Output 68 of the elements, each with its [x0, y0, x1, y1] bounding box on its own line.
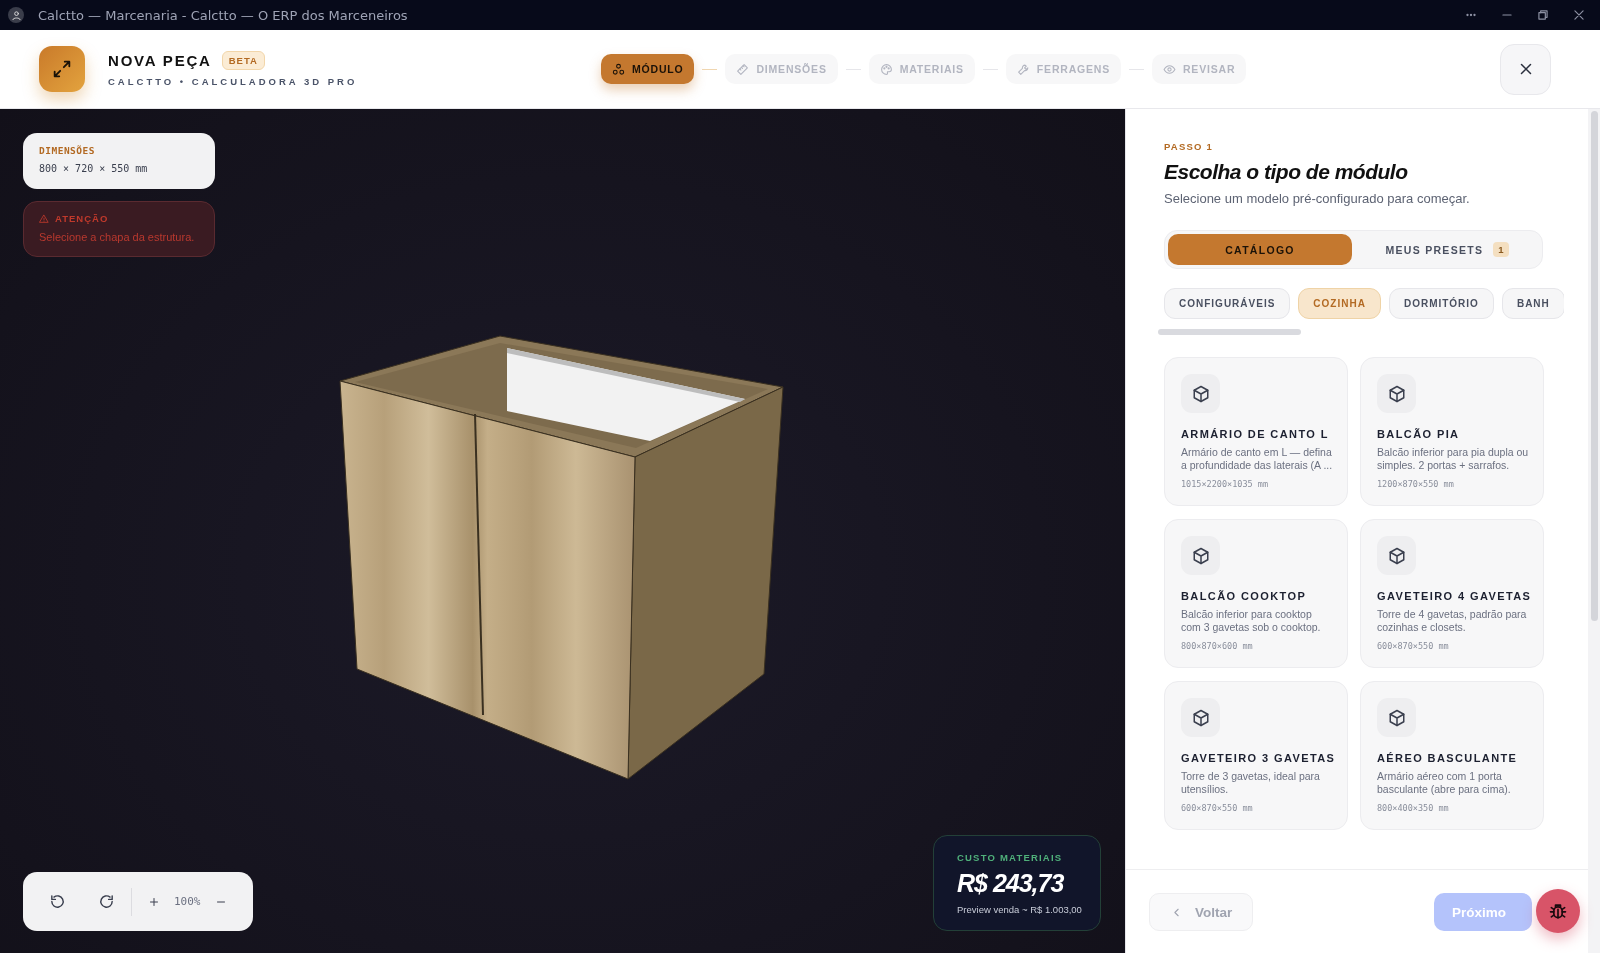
module-name: AÉREO BASCULANTE: [1377, 752, 1518, 764]
cube-icon: [1387, 708, 1406, 727]
category-chip[interactable]: DORMITÓRIO: [1388, 288, 1494, 319]
step-tab[interactable]: MÓDULO: [601, 54, 695, 84]
module-name: BALCÃO PIA: [1377, 428, 1460, 440]
module-card[interactable]: ARMÁRIO DE CANTO L Armário de canto em L — defina a profundidade das laterais (A ... 1015×2200×1035 mm: [1164, 357, 1348, 506]
zoom-level: 100%: [174, 895, 201, 908]
expand-icon: [51, 58, 73, 80]
ruler-icon: [736, 62, 750, 76]
wrench-icon: [1016, 62, 1030, 76]
cost-value: R$ 243,73: [957, 869, 1065, 898]
module-card[interactable]: BALCÃO COOKTOP Balcão inferior para cooktop com 3 gavetas sob o cooktop. 800×870×600 mm: [1164, 519, 1348, 668]
panel-title: Escolha o tipo de módulo: [1164, 160, 1409, 184]
module-name: GAVETEIRO 4 GAVETAS: [1377, 590, 1532, 602]
sale-preview: Preview venda ~ R$ 1.003,00: [957, 904, 1083, 915]
page-title: NOVA PEÇA: [108, 52, 212, 69]
bug-report-button[interactable]: [1536, 889, 1580, 933]
module-description: Balcão inferior para cooktop com 3 gavetas sob o cooktop.: [1181, 608, 1322, 634]
step-label: PASSO 1: [1164, 141, 1214, 152]
horizontal-scrollbar[interactable]: [1158, 329, 1301, 335]
module-size: 600×870×550 mm: [1377, 641, 1449, 651]
module-description: Armário de canto em L — defina a profundidade das laterais (A ...: [1181, 446, 1333, 472]
source-tab[interactable]: MEUS PRESETS 1: [1355, 234, 1539, 265]
warning-message: Selecione a chapa da estrutura.: [39, 231, 196, 243]
close-button[interactable]: [1500, 43, 1551, 95]
cube-icon: [1191, 708, 1210, 727]
module-description: Balcão inferior para pia dupla ou simples. 2 portas + sarrafos.: [1377, 446, 1529, 472]
plus-icon: [148, 895, 160, 908]
module-size: 1200×870×550 mm: [1377, 479, 1454, 489]
source-tab[interactable]: CATÁLOGO: [1168, 234, 1352, 265]
restore-icon: [1536, 8, 1550, 22]
warning-title: ATENÇÃO: [55, 213, 109, 224]
close-icon: [1572, 8, 1586, 22]
vertical-scrollbar[interactable]: [1588, 109, 1600, 953]
shapes-icon: [612, 62, 625, 76]
app-subtitle: CALCTTO • CALCULADORA 3D PRO: [108, 76, 358, 87]
module-name: BALCÃO COOKTOP: [1181, 590, 1307, 602]
panel-subtitle: Selecione um modelo pré-configurado para começar.: [1164, 191, 1471, 206]
dimensions-label: DIMENSÕES: [39, 145, 96, 156]
module-card[interactable]: AÉREO BASCULANTE Armário aéreo com 1 porta basculante (abre para cima). 800×400×350 mm: [1360, 681, 1544, 830]
cost-label: CUSTO MATERIAIS: [957, 852, 1064, 863]
eye-icon: [1163, 62, 1176, 76]
module-size: 800×870×600 mm: [1181, 641, 1253, 651]
category-chip[interactable]: BANH: [1501, 288, 1564, 319]
cube-icon: [1191, 546, 1210, 565]
module-description: Torre de 3 gavetas, ideal para utensílios.: [1181, 770, 1321, 796]
beta-badge: BETA: [221, 51, 265, 70]
palette-icon: [879, 62, 893, 76]
cube-icon: [1387, 546, 1406, 565]
warning-icon: [39, 213, 49, 224]
category-chip[interactable]: CONFIGURÁVEIS: [1164, 288, 1291, 319]
module-card[interactable]: GAVETEIRO 4 GAVETAS Torre de 4 gavetas, padrão para cozinhas e closets. 600×870×550 mm: [1360, 519, 1544, 668]
module-name: GAVETEIRO 3 GAVETAS: [1181, 752, 1336, 764]
module-card[interactable]: GAVETEIRO 3 GAVETAS Torre de 3 gavetas, ideal para utensílios. 600×870×550 mm: [1164, 681, 1348, 830]
module-size: 600×870×550 mm: [1181, 803, 1253, 813]
cube-icon: [1387, 384, 1406, 403]
bug-icon: [1548, 901, 1568, 921]
cube-icon: [1191, 384, 1210, 403]
module-description: Torre de 4 gavetas, padrão para cozinhas e closets.: [1377, 608, 1528, 634]
module-card[interactable]: BALCÃO PIA Balcão inferior para pia dupla ou simples. 2 portas + sarrafos. 1200×870×550 mm: [1360, 357, 1544, 506]
module-size: 1015×2200×1035 mm: [1181, 479, 1268, 489]
module-name: ARMÁRIO DE CANTO L: [1181, 428, 1329, 440]
window-title: Calctto — Marcenaria - Calctto — O ERP dos Marceneiros: [38, 7, 409, 23]
dimensions-value: 800 × 720 × 550 mm: [39, 163, 149, 174]
module-size: 800×400×350 mm: [1377, 803, 1449, 813]
rotate-right-icon: [98, 893, 115, 910]
rotate-left-icon: [49, 893, 66, 910]
module-description: Armário aéreo com 1 porta basculante (abre para cima).: [1377, 770, 1512, 796]
